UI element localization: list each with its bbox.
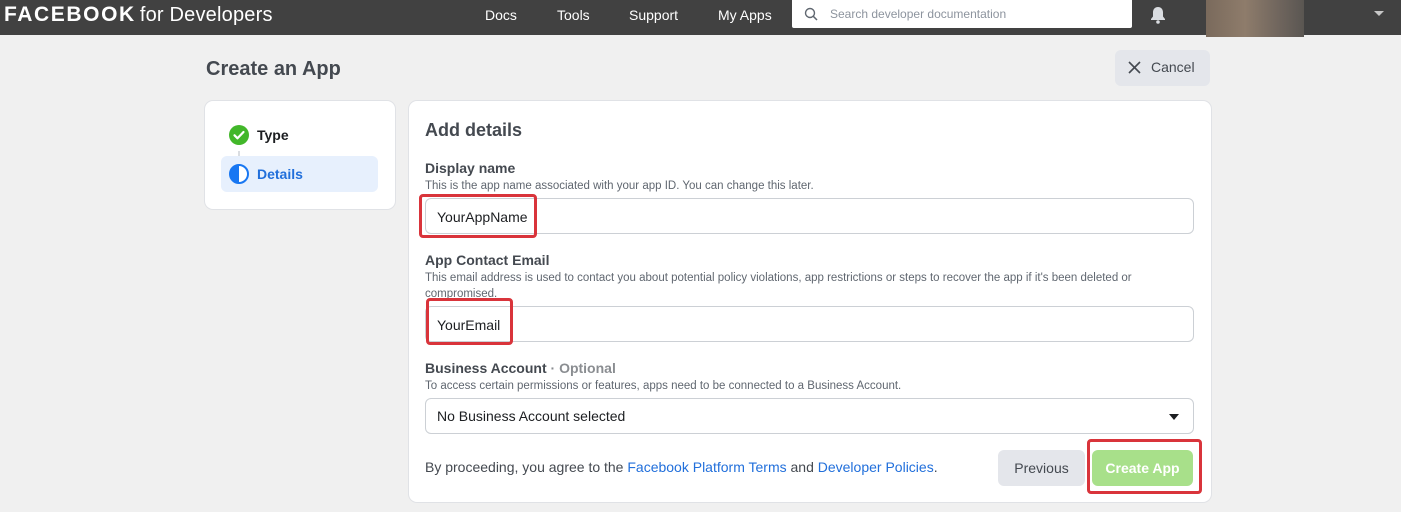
caret-down-icon	[1169, 414, 1179, 420]
business-account-label: Business Account · Optional	[425, 360, 616, 376]
optional-tag: · Optional	[550, 360, 616, 376]
chevron-down-icon[interactable]	[1374, 11, 1384, 16]
brand-name: FACEBOOK	[4, 3, 136, 26]
contact-email-input[interactable]	[437, 315, 1177, 335]
display-name-label: Display name	[425, 160, 516, 176]
top-navigation-bar: FACEBOOK for Developers Docs Tools Suppor…	[0, 0, 1401, 37]
nav-support[interactable]: Support	[629, 7, 678, 23]
step-details[interactable]: Details	[221, 156, 378, 192]
display-name-input[interactable]	[437, 207, 1177, 227]
close-icon	[1128, 61, 1141, 74]
check-circle-icon	[229, 125, 249, 145]
nav-tools[interactable]: Tools	[557, 7, 590, 23]
page-title: Create an App	[206, 58, 341, 80]
developer-policies-link[interactable]: Developer Policies	[818, 459, 934, 475]
terms-prefix: By proceeding, you agree to the	[425, 459, 628, 475]
business-account-label-text: Business Account	[425, 360, 547, 376]
facebook-for-developers-logo[interactable]: FACEBOOK for Developers	[4, 3, 273, 27]
create-app-button[interactable]: Create App	[1092, 450, 1193, 486]
card-title: Add details	[425, 120, 523, 140]
platform-terms-link[interactable]: Facebook Platform Terms	[627, 459, 786, 475]
contact-email-help: This email address is used to contact yo…	[425, 272, 1132, 300]
terms-middle: and	[786, 459, 818, 475]
display-name-field[interactable]	[425, 198, 1194, 234]
step-type-label: Type	[257, 127, 289, 143]
display-name-help: This is the app name associated with you…	[425, 180, 814, 192]
business-account-help: To access certain permissions or feature…	[425, 380, 902, 392]
search-icon	[804, 7, 818, 21]
previous-button[interactable]: Previous	[998, 450, 1085, 486]
avatar[interactable]	[1206, 0, 1304, 37]
terms-suffix: .	[933, 459, 938, 475]
step-type[interactable]: Type	[221, 117, 378, 153]
business-account-selected: No Business Account selected	[437, 408, 626, 424]
contact-email-field[interactable]	[425, 306, 1194, 342]
nav-my-apps[interactable]: My Apps	[718, 7, 772, 23]
cancel-label: Cancel	[1151, 59, 1195, 75]
bell-icon[interactable]	[1148, 5, 1168, 25]
business-account-select[interactable]: No Business Account selected	[425, 398, 1194, 434]
steps-panel: Type Details	[205, 101, 395, 209]
search-input[interactable]	[830, 4, 1120, 24]
half-circle-icon	[229, 164, 249, 184]
terms-text: By proceeding, you agree to the Facebook…	[425, 459, 938, 475]
contact-email-label: App Contact Email	[425, 252, 550, 268]
cancel-button[interactable]: Cancel	[1115, 50, 1210, 86]
add-details-card: Add details Display name This is the app…	[409, 101, 1211, 502]
search-box[interactable]	[792, 0, 1132, 28]
nav-docs[interactable]: Docs	[485, 7, 517, 23]
brand-suffix: for Developers	[139, 4, 273, 26]
step-details-label: Details	[257, 166, 303, 182]
